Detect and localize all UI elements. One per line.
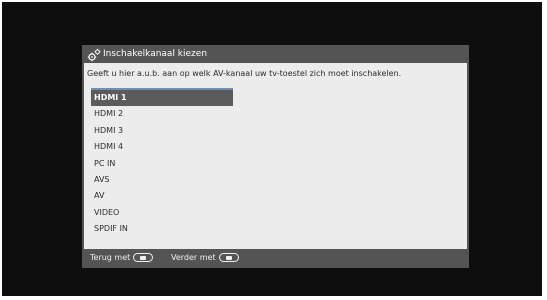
back-hint[interactable]: Terug met xyxy=(90,253,154,262)
channel-item-hdmi-2[interactable]: HDMI 2 xyxy=(91,106,233,122)
channel-item-av[interactable]: AV xyxy=(91,188,233,204)
dialog-body: Geeft u hier a.u.b. aan op welk AV-kanaa… xyxy=(84,63,467,249)
remote-back-key-icon xyxy=(133,253,154,262)
channel-item-hdmi-1[interactable]: HDMI 1 xyxy=(91,88,233,107)
next-hint-label: Verder met xyxy=(171,253,216,262)
channel-item-video[interactable]: VIDEO xyxy=(91,205,233,221)
settings-gears-icon xyxy=(87,47,101,62)
channel-item-avs[interactable]: AVS xyxy=(91,172,233,188)
instruction-text: Geeft u hier a.u.b. aan op welk AV-kanaa… xyxy=(87,69,402,78)
back-hint-label: Terug met xyxy=(90,253,131,262)
channel-list: HDMI 1 HDMI 2 HDMI 3 HDMI 4 PC IN AVS AV… xyxy=(91,88,233,238)
channel-item-hdmi-3[interactable]: HDMI 3 xyxy=(91,123,233,139)
dialog-footer: Terug met Verder met xyxy=(82,249,469,268)
dialog-title: Inschakelkanaal kiezen xyxy=(103,49,208,59)
channel-item-hdmi-4[interactable]: HDMI 4 xyxy=(91,139,233,155)
channel-item-pc-in[interactable]: PC IN xyxy=(91,156,233,172)
next-hint[interactable]: Verder met xyxy=(171,253,239,262)
settings-dialog: Inschakelkanaal kiezen Geeft u hier a.u.… xyxy=(82,45,469,268)
channel-item-spdif-in[interactable]: SPDIF IN xyxy=(91,221,233,237)
remote-forward-key-icon xyxy=(218,253,239,262)
dialog-title-bar: Inschakelkanaal kiezen xyxy=(82,45,469,63)
tv-screen: Inschakelkanaal kiezen Geeft u hier a.u.… xyxy=(2,2,542,296)
